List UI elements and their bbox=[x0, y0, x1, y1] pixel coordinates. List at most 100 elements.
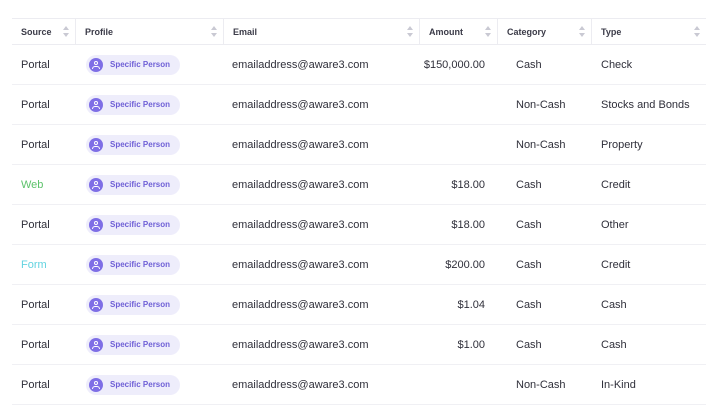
profile-name: Specific Person bbox=[110, 180, 171, 189]
header-category[interactable]: Category bbox=[497, 19, 591, 44]
profile-cell: Specific Person bbox=[75, 94, 223, 115]
header-profile[interactable]: Profile bbox=[75, 19, 223, 44]
sort-arrows-icon[interactable] bbox=[63, 26, 69, 37]
profile-cell: Specific Person bbox=[75, 254, 223, 275]
header-email-label: Email bbox=[233, 26, 258, 37]
person-icon bbox=[89, 377, 103, 392]
person-icon bbox=[89, 97, 103, 112]
type-cell: Property bbox=[601, 138, 643, 151]
profile-cell: Specific Person bbox=[75, 134, 223, 155]
profile-chip[interactable]: Specific Person bbox=[86, 134, 181, 155]
profile-chip[interactable]: Specific Person bbox=[86, 94, 181, 115]
table-row[interactable]: Form Specific Person emailaddress@aware3… bbox=[12, 245, 706, 285]
person-icon bbox=[89, 297, 103, 312]
profile-chip[interactable]: Specific Person bbox=[86, 54, 181, 75]
table-header: Source Profile Email Amount Category Typ… bbox=[12, 18, 706, 45]
profile-name: Specific Person bbox=[110, 340, 171, 349]
profile-cell: Specific Person bbox=[75, 294, 223, 315]
person-icon bbox=[89, 137, 103, 152]
person-icon bbox=[89, 177, 103, 192]
header-profile-label: Profile bbox=[85, 26, 114, 37]
type-cell: Credit bbox=[601, 258, 631, 271]
sort-arrows-icon[interactable] bbox=[579, 26, 585, 37]
table-row[interactable]: Portal Specific Person emailaddress@awar… bbox=[12, 205, 706, 245]
donations-table: Source Profile Email Amount Category Typ… bbox=[12, 18, 706, 405]
table-row[interactable]: Web Specific Person emailaddress@aware3.… bbox=[12, 165, 706, 205]
table-row[interactable]: Portal Specific Person emailaddress@awar… bbox=[12, 285, 706, 325]
header-source-label: Source bbox=[21, 26, 52, 37]
type-cell: Stocks and Bonds bbox=[601, 98, 690, 111]
header-amount-label: Amount bbox=[429, 26, 463, 37]
email-cell: emailaddress@aware3.com bbox=[232, 98, 369, 111]
amount-cell: $18.00 bbox=[451, 178, 485, 191]
profile-cell: Specific Person bbox=[75, 54, 223, 75]
header-type-label: Type bbox=[601, 26, 622, 37]
header-category-label: Category bbox=[507, 26, 547, 37]
email-cell: emailaddress@aware3.com bbox=[232, 378, 369, 391]
email-cell: emailaddress@aware3.com bbox=[232, 258, 369, 271]
type-cell: Other bbox=[601, 218, 629, 231]
profile-chip[interactable]: Specific Person bbox=[86, 214, 181, 235]
sort-arrows-icon[interactable] bbox=[485, 26, 491, 37]
type-cell: Cash bbox=[601, 298, 627, 311]
header-amount[interactable]: Amount bbox=[419, 19, 497, 44]
profile-name: Specific Person bbox=[110, 380, 171, 389]
profile-chip[interactable]: Specific Person bbox=[86, 334, 181, 355]
type-cell: Cash bbox=[601, 338, 627, 351]
profile-chip[interactable]: Specific Person bbox=[86, 374, 181, 395]
sort-arrows-icon[interactable] bbox=[694, 26, 700, 37]
source-cell: Portal bbox=[21, 138, 50, 151]
profile-cell: Specific Person bbox=[75, 334, 223, 355]
header-type[interactable]: Type bbox=[591, 19, 706, 44]
profile-name: Specific Person bbox=[110, 300, 171, 309]
header-email[interactable]: Email bbox=[223, 19, 419, 44]
table-row[interactable]: Portal Specific Person emailaddress@awar… bbox=[12, 325, 706, 365]
amount-cell: $1.00 bbox=[457, 338, 485, 351]
type-cell: Check bbox=[601, 58, 633, 71]
amount-cell: $150,000.00 bbox=[423, 58, 485, 71]
sort-arrows-icon[interactable] bbox=[407, 26, 413, 37]
sort-arrows-icon[interactable] bbox=[211, 26, 217, 37]
profile-cell: Specific Person bbox=[75, 214, 223, 235]
profile-name: Specific Person bbox=[110, 220, 171, 229]
table-row[interactable]: Portal Specific Person emailaddress@awar… bbox=[12, 85, 706, 125]
category-cell: Cash bbox=[516, 338, 542, 351]
table-row[interactable]: Portal Specific Person emailaddress@awar… bbox=[12, 125, 706, 165]
person-icon bbox=[89, 217, 103, 232]
profile-name: Specific Person bbox=[110, 60, 171, 69]
table-body: Portal Specific Person emailaddress@awar… bbox=[12, 45, 706, 405]
category-cell: Non-Cash bbox=[516, 378, 566, 391]
amount-cell: $1.04 bbox=[457, 298, 485, 311]
amount-cell: $200.00 bbox=[445, 258, 485, 271]
source-cell: Portal bbox=[21, 218, 50, 231]
person-icon bbox=[89, 337, 103, 352]
table-row[interactable]: Portal Specific Person emailaddress@awar… bbox=[12, 45, 706, 85]
email-cell: emailaddress@aware3.com bbox=[232, 298, 369, 311]
category-cell: Non-Cash bbox=[516, 98, 566, 111]
category-cell: Cash bbox=[516, 258, 542, 271]
table-row[interactable]: Portal Specific Person emailaddress@awar… bbox=[12, 365, 706, 405]
profile-cell: Specific Person bbox=[75, 174, 223, 195]
person-icon bbox=[89, 257, 103, 272]
category-cell: Cash bbox=[516, 58, 542, 71]
profile-chip[interactable]: Specific Person bbox=[86, 174, 181, 195]
profile-name: Specific Person bbox=[110, 260, 171, 269]
category-cell: Cash bbox=[516, 298, 542, 311]
source-cell: Portal bbox=[21, 338, 50, 351]
source-cell: Portal bbox=[21, 98, 50, 111]
header-source[interactable]: Source bbox=[12, 19, 75, 44]
type-cell: In-Kind bbox=[601, 378, 636, 391]
person-icon bbox=[89, 57, 103, 72]
profile-name: Specific Person bbox=[110, 100, 171, 109]
profile-name: Specific Person bbox=[110, 140, 171, 149]
profile-chip[interactable]: Specific Person bbox=[86, 294, 181, 315]
email-cell: emailaddress@aware3.com bbox=[232, 218, 369, 231]
profile-chip[interactable]: Specific Person bbox=[86, 254, 181, 275]
category-cell: Non-Cash bbox=[516, 138, 566, 151]
source-cell: Portal bbox=[21, 58, 50, 71]
source-cell: Portal bbox=[21, 298, 50, 311]
email-cell: emailaddress@aware3.com bbox=[232, 58, 369, 71]
source-cell: Form bbox=[21, 258, 47, 271]
source-cell: Portal bbox=[21, 378, 50, 391]
source-cell: Web bbox=[21, 178, 44, 191]
